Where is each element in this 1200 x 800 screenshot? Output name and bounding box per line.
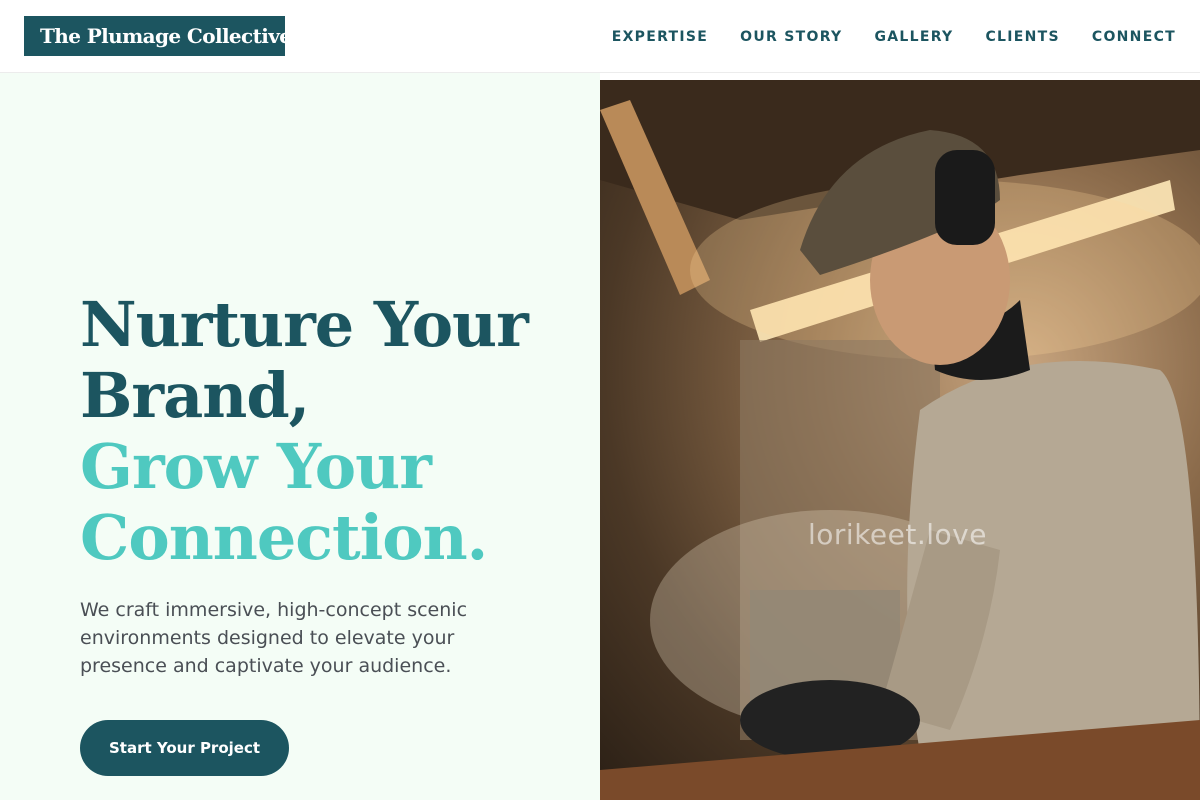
nav-link-gallery[interactable]: GALLERY xyxy=(874,29,953,45)
main-nav: EXPERTISE OUR STORY GALLERY CLIENTS CONN… xyxy=(580,0,1176,73)
hero-text-panel: Nurture Your Brand, Grow Your Connection… xyxy=(0,73,600,800)
nav-link-expertise[interactable]: EXPERTISE xyxy=(612,29,708,45)
headline-line: Brand, xyxy=(80,359,310,432)
hero-headline: Nurture Your Brand, Grow Your Connection… xyxy=(80,289,580,573)
nav-link-clients[interactable]: CLIENTS xyxy=(985,29,1059,45)
image-watermark: lorikeet.love xyxy=(808,518,987,551)
site-header: The Plumage Collective EXPERTISE OUR STO… xyxy=(0,0,1200,73)
nav-link-connect[interactable]: CONNECT xyxy=(1092,29,1176,45)
ear-protector xyxy=(935,150,995,245)
headline-line: Grow Your xyxy=(80,430,432,503)
headline-line: Connection. xyxy=(80,501,488,574)
hero-photo-craftsman: lorikeet.love xyxy=(600,80,1200,800)
hero-subtext: We craft immersive, high-concept scenic … xyxy=(80,599,468,677)
start-project-button[interactable]: Start Your Project xyxy=(80,720,289,776)
nav-link-our-story[interactable]: OUR STORY xyxy=(740,29,842,45)
headline-line: Nurture Your xyxy=(80,288,529,361)
brand-logo[interactable]: The Plumage Collective xyxy=(24,16,292,56)
hero-photo-illustration xyxy=(600,80,1200,800)
